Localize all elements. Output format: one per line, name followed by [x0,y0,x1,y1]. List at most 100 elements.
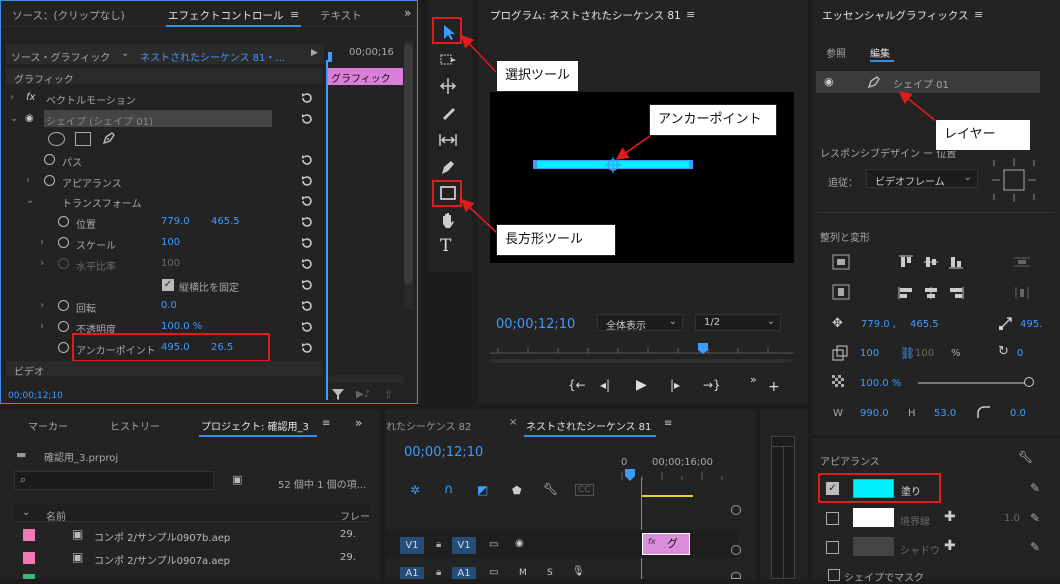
align-left-icon[interactable] [898,286,914,300]
shape-handle-left[interactable] [533,160,537,169]
align-bottom-icon[interactable] [948,255,964,269]
program-timecode[interactable]: 00;00;12;10 [496,317,575,332]
type-tool-icon[interactable]: T [440,236,451,256]
new-bin-icon[interactable]: ▣ [232,473,242,486]
align-vertical-center-icon[interactable] [832,254,850,270]
stopwatch-icon[interactable] [58,300,69,311]
position-row[interactable]: 位置 779.0 465.5 [8,212,320,233]
opacity-slider-handle[interactable] [1024,377,1034,387]
ripple-edit-tool-icon[interactable] [437,75,459,97]
position-y-value[interactable]: 465.5 [211,216,240,227]
eye-icon[interactable]: ◉ [515,538,524,549]
linked-selection-icon[interactable]: ◩ [477,483,488,497]
chevron-down-icon[interactable]: ⌄ [10,113,18,124]
align-right-icon[interactable] [948,286,964,300]
align-center-icon[interactable] [923,286,939,300]
reset-icon[interactable] [300,153,314,167]
step-back-icon[interactable]: ◂| [600,378,610,392]
graphic-clip[interactable]: グラフィック [327,68,403,85]
vscroll-handle[interactable] [731,545,741,555]
play-audio-icon[interactable]: ▶♪ [356,389,370,400]
scale-value[interactable]: 100 [161,237,180,248]
eg-corner-value[interactable]: 0.0 [1010,408,1026,419]
eyedropper-icon[interactable]: ✎ [1030,511,1040,525]
lock-aspect-row[interactable]: ✓ 縦横比を固定 [8,275,320,296]
export-icon[interactable]: ⇧ [384,388,393,401]
reset-icon[interactable] [300,278,314,292]
graphic-clip[interactable]: fx グ [642,533,690,555]
mark-out-icon[interactable]: →} [703,378,721,392]
eye-icon[interactable]: ◉ [25,113,34,124]
captions-icon[interactable]: CC [575,484,594,496]
sync-lock-icon[interactable]: ▭ [489,567,498,578]
play-icon[interactable]: ▶ [636,377,647,393]
chevron-right-icon[interactable]: › [26,175,30,186]
zoom-scrollbar[interactable] [328,375,404,383]
stopwatch-icon[interactable] [44,175,55,186]
link-icon[interactable]: ⛓ [900,346,915,360]
search-input[interactable]: ⌕ [14,471,214,490]
panel-menu-icon[interactable]: ≡ [974,8,983,21]
mark-in-icon[interactable]: {← [568,378,586,392]
chevron-right-icon[interactable]: › [40,300,44,311]
tab-sequence-82[interactable]: れたシーケンス 82 [386,418,471,433]
play-only-icon[interactable]: ▶ [311,48,318,58]
ellipse-mask-icon[interactable] [48,132,65,146]
reset-icon[interactable] [300,91,314,105]
panel-menu-icon[interactable]: ≡ [290,8,299,21]
chevron-down-icon[interactable]: ⌄ [121,48,129,59]
align-horizontal-center-icon[interactable] [832,284,850,300]
footer-timecode[interactable]: 00;00;12;10 [8,391,63,401]
eye-icon[interactable]: ◉ [824,75,834,88]
align-middle-icon[interactable] [923,255,939,269]
source-patch-v1[interactable]: V1 [400,537,424,554]
stroke-checkbox[interactable] [826,512,839,525]
eg-position-y[interactable]: 465.5 [910,319,939,330]
opacity-value[interactable]: 100.0 % [161,321,202,332]
stopwatch-icon[interactable] [58,237,69,248]
sync-lock-icon[interactable]: ▭ [489,539,498,550]
col-frame[interactable]: フレー [340,508,370,523]
list-item[interactable]: ▣ コンポ 2/サンプル0907b.aep 29. [14,524,370,546]
eyedropper-icon[interactable]: ✎ [1030,481,1040,495]
track-select-tool-icon[interactable] [437,49,459,71]
eg-scale-value[interactable]: 100 [860,348,879,359]
reset-icon[interactable] [300,299,314,313]
track-target-v1[interactable]: V1 [452,537,476,554]
source-patch-a1[interactable]: A1 [400,567,424,579]
align-top-icon[interactable] [898,255,914,269]
eg-opacity-value[interactable]: 100.0 % [860,378,901,389]
transform-row[interactable]: ⌄ トランスフォーム [8,191,320,212]
zoom-select[interactable]: 全体表示 ⌄ [597,314,683,332]
path-row[interactable]: パス [8,150,320,171]
chevron-right-icon[interactable]: › [40,321,44,332]
rotation-value[interactable]: 0.0 [161,300,177,311]
add-button-icon[interactable]: + [768,379,780,395]
program-time-ruler[interactable] [488,341,798,359]
pin-diagram-icon[interactable] [990,156,1038,204]
stopwatch-icon[interactable] [58,216,69,227]
eyedropper-icon[interactable]: ✎ [1030,540,1040,554]
appearance-row[interactable]: › アピアランス [8,171,320,192]
filter-icon[interactable] [332,388,344,401]
mask-checkbox[interactable] [828,569,840,581]
tab-sequence-81[interactable]: ネストされたシーケンス 81 [526,418,651,433]
add-shadow-icon[interactable]: ✚ [944,538,956,554]
vscroll-handle[interactable] [731,572,741,579]
tab-text[interactable]: テキスト [320,8,362,23]
panel-menu-icon[interactable]: ≡ [322,418,330,429]
stopwatch-icon[interactable] [58,342,69,353]
step-forward-icon[interactable]: |▸ [670,378,680,392]
pen-tool-icon[interactable] [437,156,459,178]
shape-layer-row[interactable]: ⌄ ◉ シェイプ (シェイプ 01) [8,109,320,130]
chevron-down-icon[interactable]: ⌄ [26,195,34,206]
track-target-a1[interactable]: A1 [452,567,476,579]
position-x-value[interactable]: 779.0 [161,216,190,227]
follow-select[interactable]: ビデオフレーム ⌄ [866,169,978,188]
tab-browse[interactable]: 参照 [826,45,846,60]
shadow-checkbox[interactable] [826,541,839,554]
razor-tool-icon[interactable] [437,102,459,124]
pen-mask-icon[interactable] [101,130,117,146]
overflow-icon[interactable]: » [404,6,411,20]
panel-menu-icon[interactable]: ≡ [686,8,695,21]
